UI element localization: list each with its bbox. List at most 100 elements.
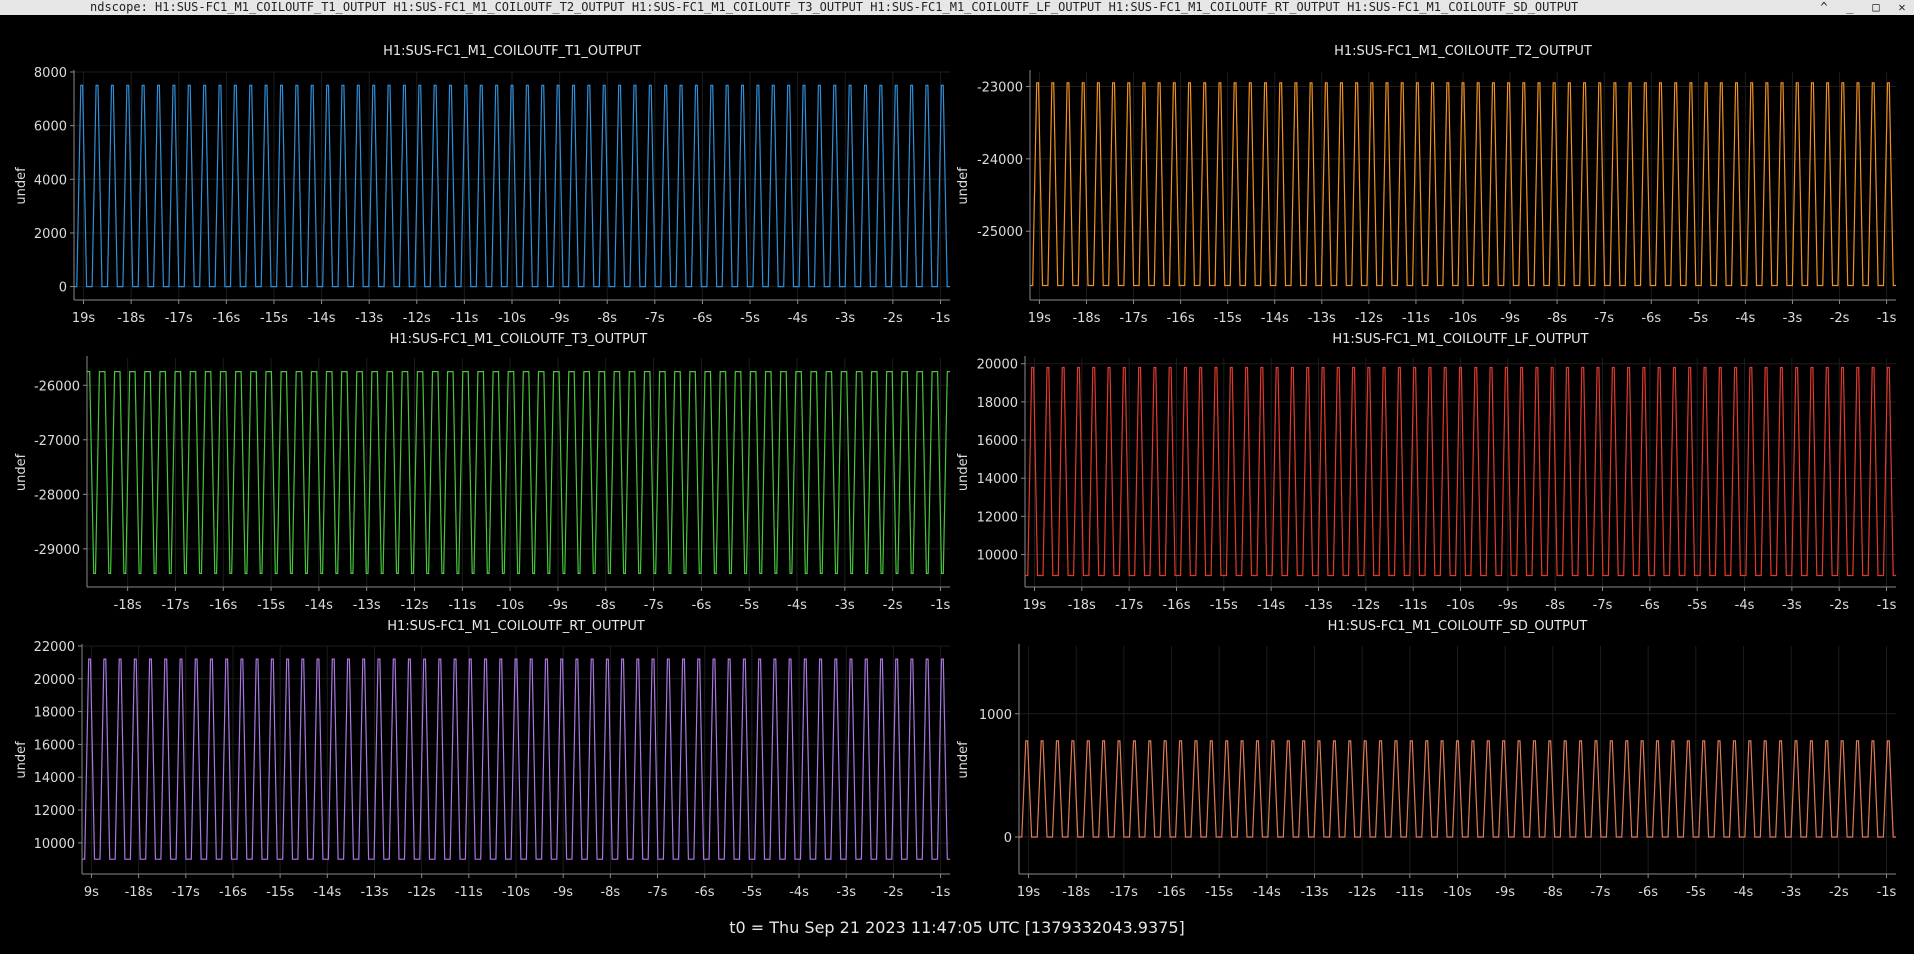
y-tick-label: 20000 xyxy=(977,358,1018,373)
x-tick-label: -4s xyxy=(787,598,807,613)
x-tick-label: -17s xyxy=(1120,311,1148,326)
y-tick-label: 2000 xyxy=(34,227,67,242)
y-tick-label: 12000 xyxy=(34,804,75,819)
y-tick-label: 12000 xyxy=(977,510,1018,525)
y-tick-label: 6000 xyxy=(34,120,67,135)
x-tick-label: -12s xyxy=(401,598,429,613)
plot-panel-4[interactable]: H1:SUS-FC1_M1_COILOUTF_LF_OUTPUTundef 19s… xyxy=(956,332,1897,613)
maximize-button[interactable]: □ xyxy=(1870,0,1882,15)
y-tick-label: 0 xyxy=(1004,831,1012,846)
x-tick-label: -2s xyxy=(1829,598,1849,613)
x-tick-label: -9s xyxy=(1500,311,1520,326)
y-tick-label: 14000 xyxy=(977,472,1018,487)
x-tick-label: -16s xyxy=(1158,885,1186,900)
x-tick-label: -17s xyxy=(1115,598,1143,613)
x-tick-label: -13s xyxy=(360,885,388,900)
x-tick-label: -15s xyxy=(257,598,285,613)
x-tick-label: -11s xyxy=(450,311,478,326)
plot-panel-1[interactable]: H1:SUS-FC1_M1_COILOUTF_T1_OUTPUTundef 19s… xyxy=(14,44,951,326)
y-tick-label: -26000 xyxy=(34,379,80,394)
x-tick-label: -2s xyxy=(883,311,903,326)
x-tick-label: -12s xyxy=(1352,598,1380,613)
x-tick-label: -14s xyxy=(308,311,336,326)
plot-panel-2[interactable]: H1:SUS-FC1_M1_COILOUTF_T2_OUTPUTundef 19s… xyxy=(956,44,1897,326)
x-tick-label: -16s xyxy=(1162,598,1190,613)
x-tick-label: -18s xyxy=(117,311,145,326)
y-tick-label: -27000 xyxy=(34,434,80,449)
x-tick-label: -1s xyxy=(1877,311,1897,326)
x-tick-label: -13s xyxy=(1301,885,1329,900)
x-tick-label: 19s xyxy=(1023,598,1047,613)
y-tick-label: 18000 xyxy=(977,396,1018,411)
minimize-button[interactable]: _ xyxy=(1844,0,1856,15)
x-tick-label: -1s xyxy=(1877,885,1897,900)
y-tick-label: 14000 xyxy=(34,771,75,786)
x-tick-label: -5s xyxy=(1687,598,1707,613)
plot-panel-3[interactable]: H1:SUS-FC1_M1_COILOUTF_T3_OUTPUTundef -18… xyxy=(14,332,951,613)
x-tick-label: -1s xyxy=(1877,598,1897,613)
x-tick-label: -6s xyxy=(1638,885,1658,900)
x-tick-label: -2s xyxy=(883,598,903,613)
plot-panel-6[interactable]: H1:SUS-FC1_M1_COILOUTF_SD_OUTPUTundef 19s… xyxy=(956,619,1897,900)
y-axis-label: undef xyxy=(956,167,971,205)
y-tick-label: 8000 xyxy=(34,66,67,81)
x-tick-label: -1s xyxy=(931,311,951,326)
x-tick-label: -6s xyxy=(1640,598,1660,613)
x-tick-label: -11s xyxy=(455,885,483,900)
plot-title: H1:SUS-FC1_M1_COILOUTF_T3_OUTPUT xyxy=(390,332,648,347)
plots-canvas[interactable]: H1:SUS-FC1_M1_COILOUTF_T1_OUTPUTundef 19s… xyxy=(0,15,1914,925)
close-button[interactable]: ✕ xyxy=(1896,0,1908,15)
x-tick-label: -9s xyxy=(1498,598,1518,613)
x-tick-label: -8s xyxy=(597,311,617,326)
x-tick-label: -14s xyxy=(1257,598,1285,613)
y-tick-label: -23000 xyxy=(977,80,1023,95)
x-tick-label: -5s xyxy=(1688,311,1708,326)
y-tick-label: 10000 xyxy=(34,837,75,852)
y-tick-label: 0 xyxy=(59,281,67,296)
x-tick-label: -18s xyxy=(1068,598,1096,613)
x-tick-label: -10s xyxy=(1446,598,1474,613)
x-tick-label: -8s xyxy=(1543,885,1563,900)
y-tick-label: 1000 xyxy=(979,708,1012,723)
x-tick-label: -15s xyxy=(260,311,288,326)
x-tick-label: -7s xyxy=(1594,311,1614,326)
x-tick-label: -11s xyxy=(1402,311,1430,326)
x-tick-label: -17s xyxy=(172,885,200,900)
x-tick-label: -8s xyxy=(596,598,616,613)
x-tick-label: -10s xyxy=(498,311,526,326)
x-tick-label: -7s xyxy=(644,598,664,613)
x-tick-label: -12s xyxy=(1355,311,1383,326)
shade-button[interactable]: ^ xyxy=(1818,0,1830,15)
x-tick-label: -11s xyxy=(448,598,476,613)
x-tick-label: -15s xyxy=(266,885,294,900)
x-tick-label: -11s xyxy=(1399,598,1427,613)
x-tick-label: -5s xyxy=(742,885,762,900)
x-tick-label: -8s xyxy=(1545,598,1565,613)
window-titlebar[interactable]: ndscope: H1:SUS-FC1_M1_COILOUTF_T1_OUTPU… xyxy=(0,0,1914,15)
x-tick-label: -14s xyxy=(313,885,341,900)
x-tick-label: -7s xyxy=(1593,598,1613,613)
x-tick-label: -3s xyxy=(835,311,855,326)
plot-panel-5[interactable]: H1:SUS-FC1_M1_COILOUTF_RT_OUTPUTundef 9s -… xyxy=(14,619,951,900)
plot-grid: H1:SUS-FC1_M1_COILOUTF_T1_OUTPUT undef 19s… xyxy=(0,15,1914,925)
series-line xyxy=(87,371,950,574)
y-axis-label: undef xyxy=(956,453,971,491)
x-tick-label: -9s xyxy=(548,598,568,613)
y-tick-label: -28000 xyxy=(34,488,80,503)
x-tick-label: -2s xyxy=(884,885,904,900)
y-tick-label: 22000 xyxy=(34,640,75,655)
x-tick-label: 19s xyxy=(72,311,96,326)
x-tick-label: -6s xyxy=(1641,311,1661,326)
plot-title: H1:SUS-FC1_M1_COILOUTF_RT_OUTPUT xyxy=(387,619,645,634)
x-tick-label: -8s xyxy=(600,885,620,900)
window-title: ndscope: H1:SUS-FC1_M1_COILOUTF_T1_OUTPU… xyxy=(90,0,1579,14)
x-tick-label: -18s xyxy=(125,885,153,900)
x-tick-label: -1s xyxy=(931,598,951,613)
x-tick-label: -7s xyxy=(1591,885,1611,900)
x-tick-label: -13s xyxy=(353,598,381,613)
y-axis-label: undef xyxy=(14,167,29,205)
x-tick-label: -12s xyxy=(403,311,431,326)
x-tick-label: -3s xyxy=(836,885,856,900)
y-tick-label: 18000 xyxy=(34,706,75,721)
x-tick-label: -6s xyxy=(695,885,715,900)
